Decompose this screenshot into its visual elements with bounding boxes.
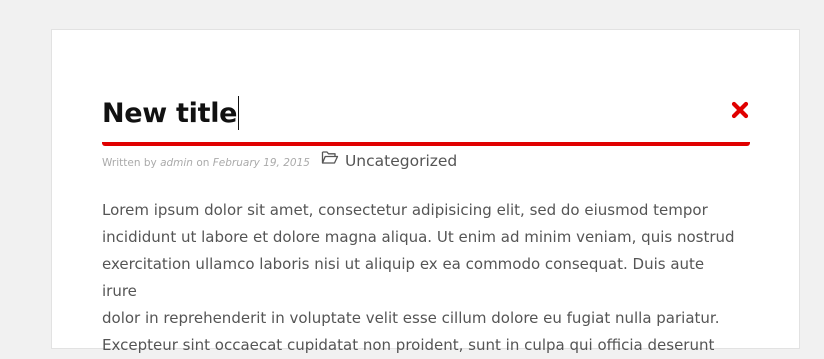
body-line: dolor in reprehenderit in voluptate veli… [102, 309, 720, 327]
body-line: exercitation ullamco laboris nisi ut ali… [102, 255, 705, 300]
written-by-label: Written by [102, 157, 157, 169]
byline: Written by admin on February 19, 2015 [102, 157, 310, 169]
text-caret [238, 95, 240, 130]
close-icon [731, 101, 749, 119]
title-text: New title [102, 98, 238, 129]
body-line: incididunt ut labore et dolore magna ali… [102, 228, 735, 246]
body-line: Excepteur sint occaecat cupidatat non pr… [102, 336, 715, 354]
body-line: Lorem ipsum dolor sit amet, consectetur … [102, 201, 708, 219]
category-link[interactable]: Uncategorized [345, 152, 457, 170]
title-edit-row: New title [102, 90, 750, 146]
folder-open-icon [321, 149, 339, 171]
on-label: on [196, 157, 210, 169]
post-meta: Written by admin on February 19, 2015 Un… [102, 150, 457, 172]
close-button[interactable] [730, 100, 750, 120]
post-card: New title Written by admin on February 1… [51, 29, 800, 354]
post-date[interactable]: February 19, 2015 [213, 157, 310, 169]
author-link[interactable]: admin [160, 157, 193, 169]
title-input[interactable]: New title [102, 94, 240, 134]
